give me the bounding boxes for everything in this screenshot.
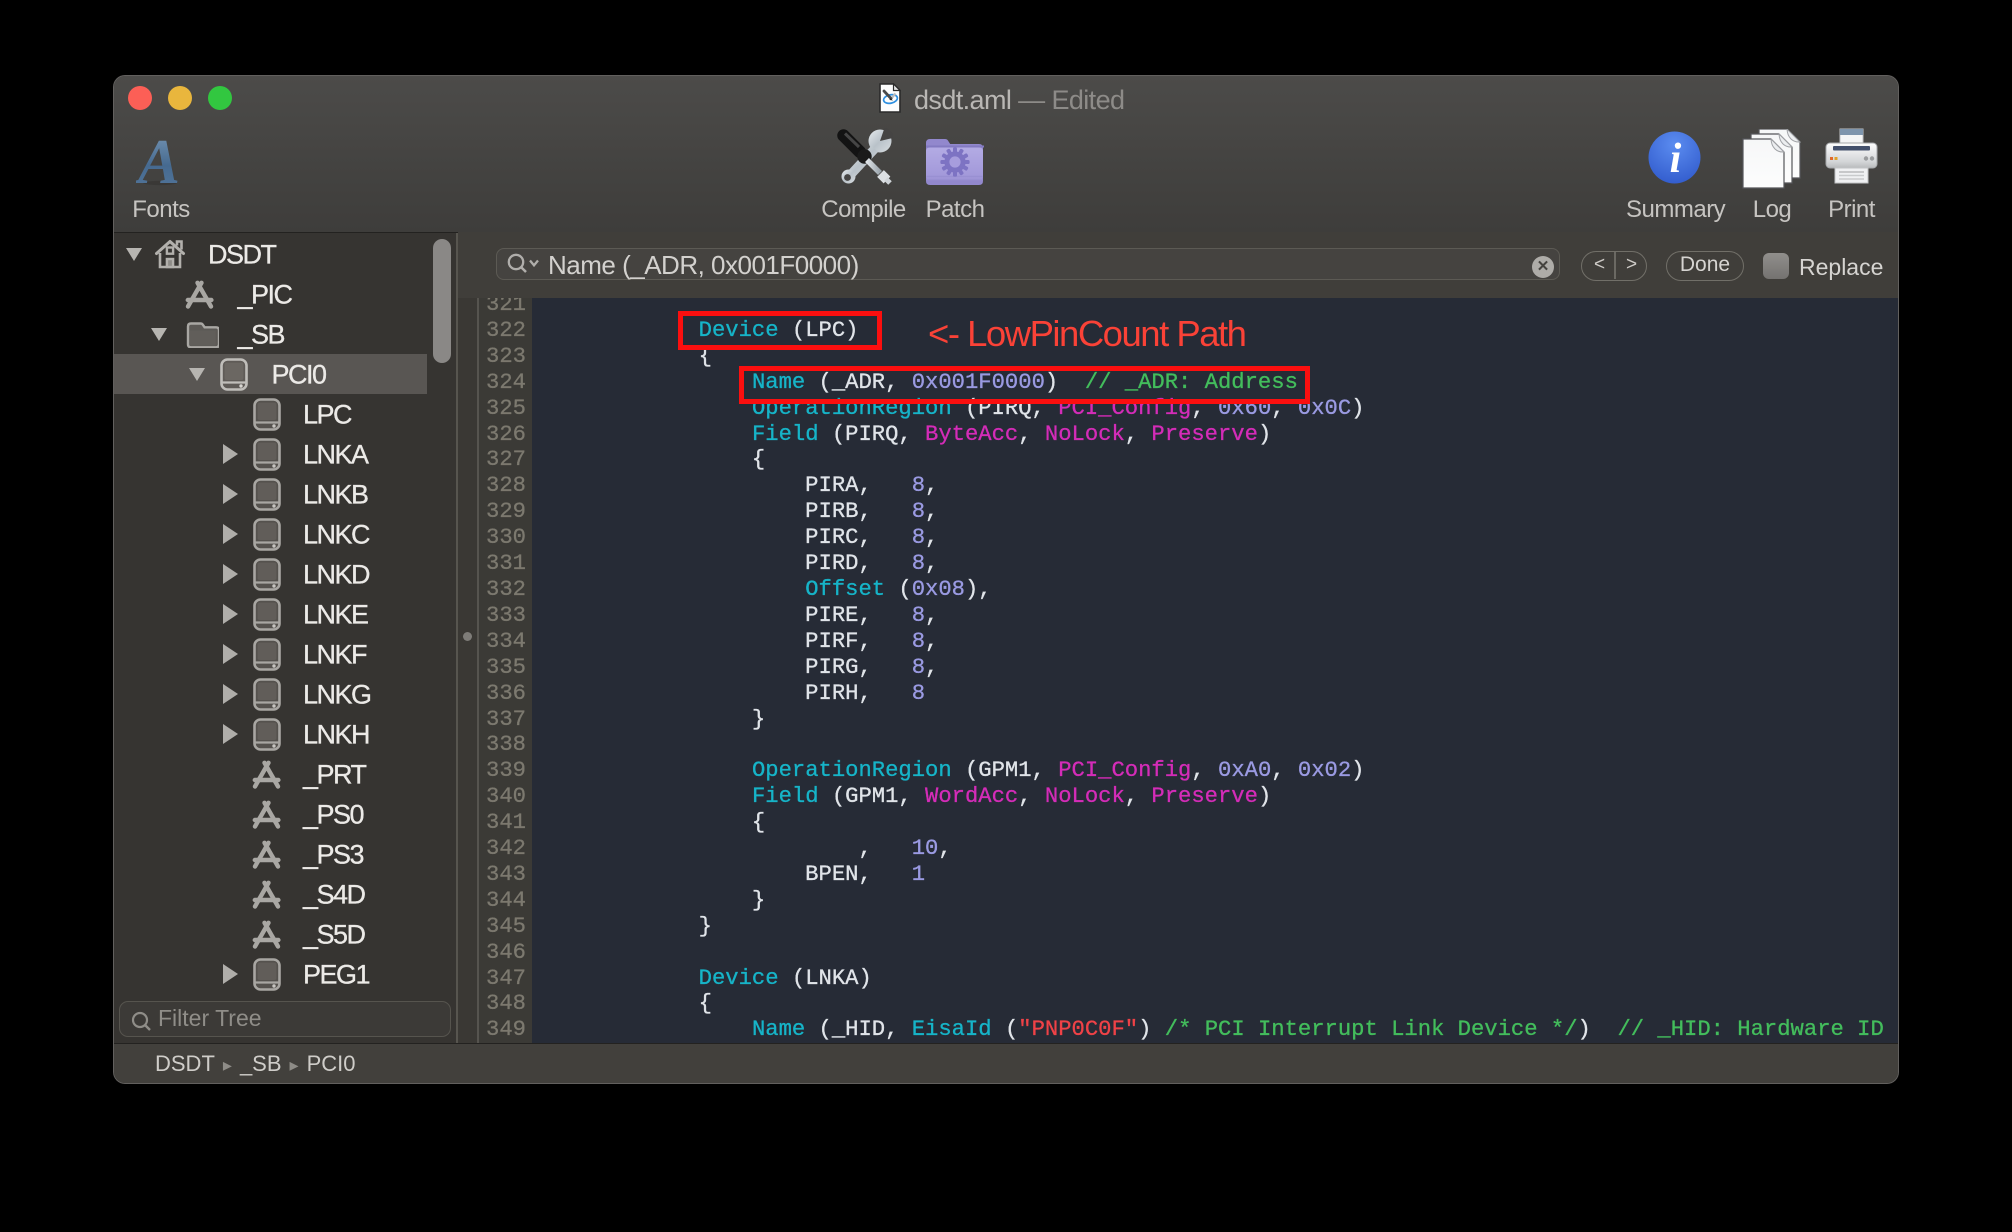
svg-text:A: A [136, 133, 180, 187]
svg-text:i: i [1670, 136, 1682, 182]
